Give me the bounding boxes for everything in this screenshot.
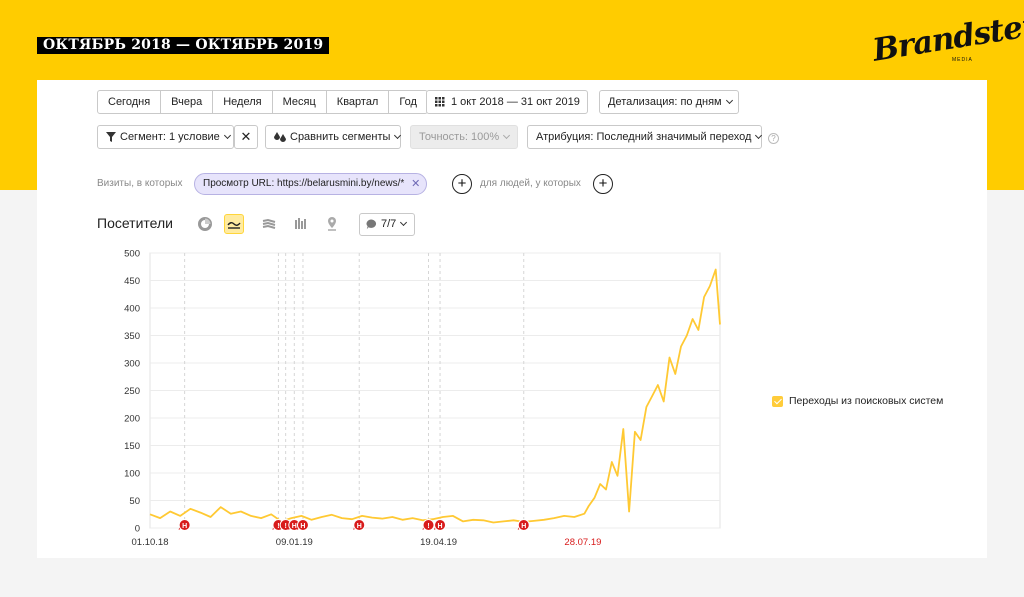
filter-icon	[106, 132, 116, 143]
checkbox-checked-icon	[772, 395, 783, 407]
range-yesterday-button[interactable]: Вчера	[161, 91, 214, 113]
pie-view-button[interactable]	[195, 214, 215, 234]
y-tick-label: 200	[124, 414, 140, 425]
add-people-condition-button[interactable]: +	[593, 174, 613, 194]
close-icon[interactable]: ✕	[411, 174, 420, 194]
map-pin-icon	[328, 217, 336, 231]
range-quarter-button[interactable]: Квартал	[327, 91, 390, 113]
annotation-label: Н	[300, 523, 305, 530]
annotation-label: Н	[292, 523, 297, 530]
segment-dropdown[interactable]: Сегмент: 1 условие	[97, 125, 234, 149]
compare-segments-dropdown[interactable]: Сравнить сегменты	[265, 125, 402, 149]
annotations-count: 7/7	[381, 218, 397, 230]
legend-label: Переходы из поисковых систем	[789, 395, 944, 407]
range-week-button[interactable]: Неделя	[213, 91, 273, 113]
accuracy-label: Точность: 100%	[419, 131, 500, 143]
compare-label: Сравнить сегменты	[290, 131, 391, 143]
chevron-down-icon	[394, 131, 402, 140]
plus-icon: +	[457, 175, 467, 192]
visitors-line-chart: 0 50 100 150 200 250 300 350 400 450 500 01.10.18 09…	[124, 249, 721, 548]
annotation-marker: Н	[296, 519, 309, 531]
range-month-button[interactable]: Месяц	[273, 91, 327, 113]
y-tick-label: 400	[124, 304, 140, 315]
y-tick-label: 100	[124, 469, 140, 480]
y-tick-label: 450	[124, 276, 140, 287]
annotation-label: Н	[521, 523, 526, 530]
annotation-marker: Н	[353, 519, 366, 531]
close-icon: ✕	[240, 129, 252, 144]
annotation-label: Н	[357, 523, 362, 530]
clear-segment-button[interactable]: ✕	[234, 125, 258, 149]
date-range-label: 1 окт 2018 — 31 окт 2019	[451, 96, 580, 108]
attribution-label: Атрибуция: Последний значимый переход	[536, 131, 752, 143]
bar-chart-icon	[295, 218, 306, 229]
segment-condition-text: Просмотр URL: https://belarusmini.by/new…	[203, 178, 405, 189]
y-tick-label: 500	[124, 249, 140, 260]
annotation-label: !	[284, 523, 286, 530]
plus-icon: +	[598, 175, 608, 192]
y-tick-label: 50	[129, 496, 140, 507]
chevron-down-icon	[755, 131, 763, 140]
detail-label: Детализация: по дням	[608, 96, 722, 108]
segment-condition-chip[interactable]: Просмотр URL: https://belarusmini.by/new…	[194, 173, 428, 195]
chevron-down-icon	[400, 218, 408, 227]
brand-logo: Brandster MEDIA	[870, 7, 1024, 70]
period-title: ОКТЯБРЬ 2018 — ОКТЯБРЬ 2019	[37, 37, 330, 54]
compare-drops-icon	[274, 132, 286, 143]
x-tick-label: 01.10.18	[132, 537, 169, 548]
logo-subtitle: MEDIA	[952, 57, 973, 63]
date-range-button[interactable]: 1 окт 2018 — 31 окт 2019	[426, 90, 588, 114]
detail-dropdown[interactable]: Детализация: по дням	[599, 90, 739, 114]
annotations-dropdown[interactable]: 7/7	[359, 213, 416, 236]
line-view-button[interactable]	[224, 214, 244, 234]
annotation-label: Н	[438, 523, 443, 530]
calendar-icon	[435, 97, 445, 107]
chart-title: Посетители	[97, 215, 173, 231]
people-condition-label: для людей, у которых	[480, 178, 581, 189]
map-view-button[interactable]	[322, 214, 342, 234]
y-tick-label: 300	[124, 359, 140, 370]
annotation-label: !	[277, 523, 279, 530]
y-tick-label: 0	[135, 524, 140, 535]
attribution-dropdown[interactable]: Атрибуция: Последний значимый переход	[527, 125, 763, 149]
annotation-marker: !	[422, 519, 435, 531]
y-tick-label: 150	[124, 441, 140, 452]
x-tick-label: 28.07.19	[564, 537, 601, 548]
y-tick-label: 350	[124, 331, 140, 342]
chevron-down-icon	[223, 131, 231, 140]
help-icon[interactable]: ?	[768, 133, 779, 144]
comment-icon	[366, 219, 377, 229]
visits-condition-label: Визиты, в которых	[97, 178, 183, 189]
accuracy-dropdown: Точность: 100%	[410, 125, 518, 149]
annotation-marker: Н	[434, 519, 447, 531]
pie-chart-icon	[198, 217, 212, 231]
annotation-label: Н	[182, 523, 187, 530]
legend-item[interactable]: Переходы из поисковых систем	[772, 395, 943, 407]
annotation-marker: Н	[178, 519, 191, 531]
segment-label: Сегмент: 1 условие	[120, 131, 220, 143]
x-tick-label: 09.01.19	[276, 537, 313, 548]
chevron-down-icon	[503, 131, 511, 140]
range-today-button[interactable]: Сегодня	[98, 91, 162, 113]
stacked-area-icon	[262, 218, 276, 229]
annotation-marker: Н	[517, 519, 530, 531]
line-chart-icon	[227, 222, 241, 229]
x-tick-label: 19.04.19	[420, 537, 457, 548]
period-range-group: Сегодня Вчера Неделя Месяц Квартал Год	[97, 90, 428, 114]
area-view-button[interactable]	[259, 214, 279, 234]
annotation-label: !	[427, 523, 429, 530]
range-year-button[interactable]: Год	[389, 91, 427, 113]
bar-view-button[interactable]	[290, 214, 310, 234]
add-visit-condition-button[interactable]: +	[452, 174, 472, 194]
y-tick-label: 250	[124, 386, 140, 397]
chevron-down-icon	[725, 96, 733, 105]
